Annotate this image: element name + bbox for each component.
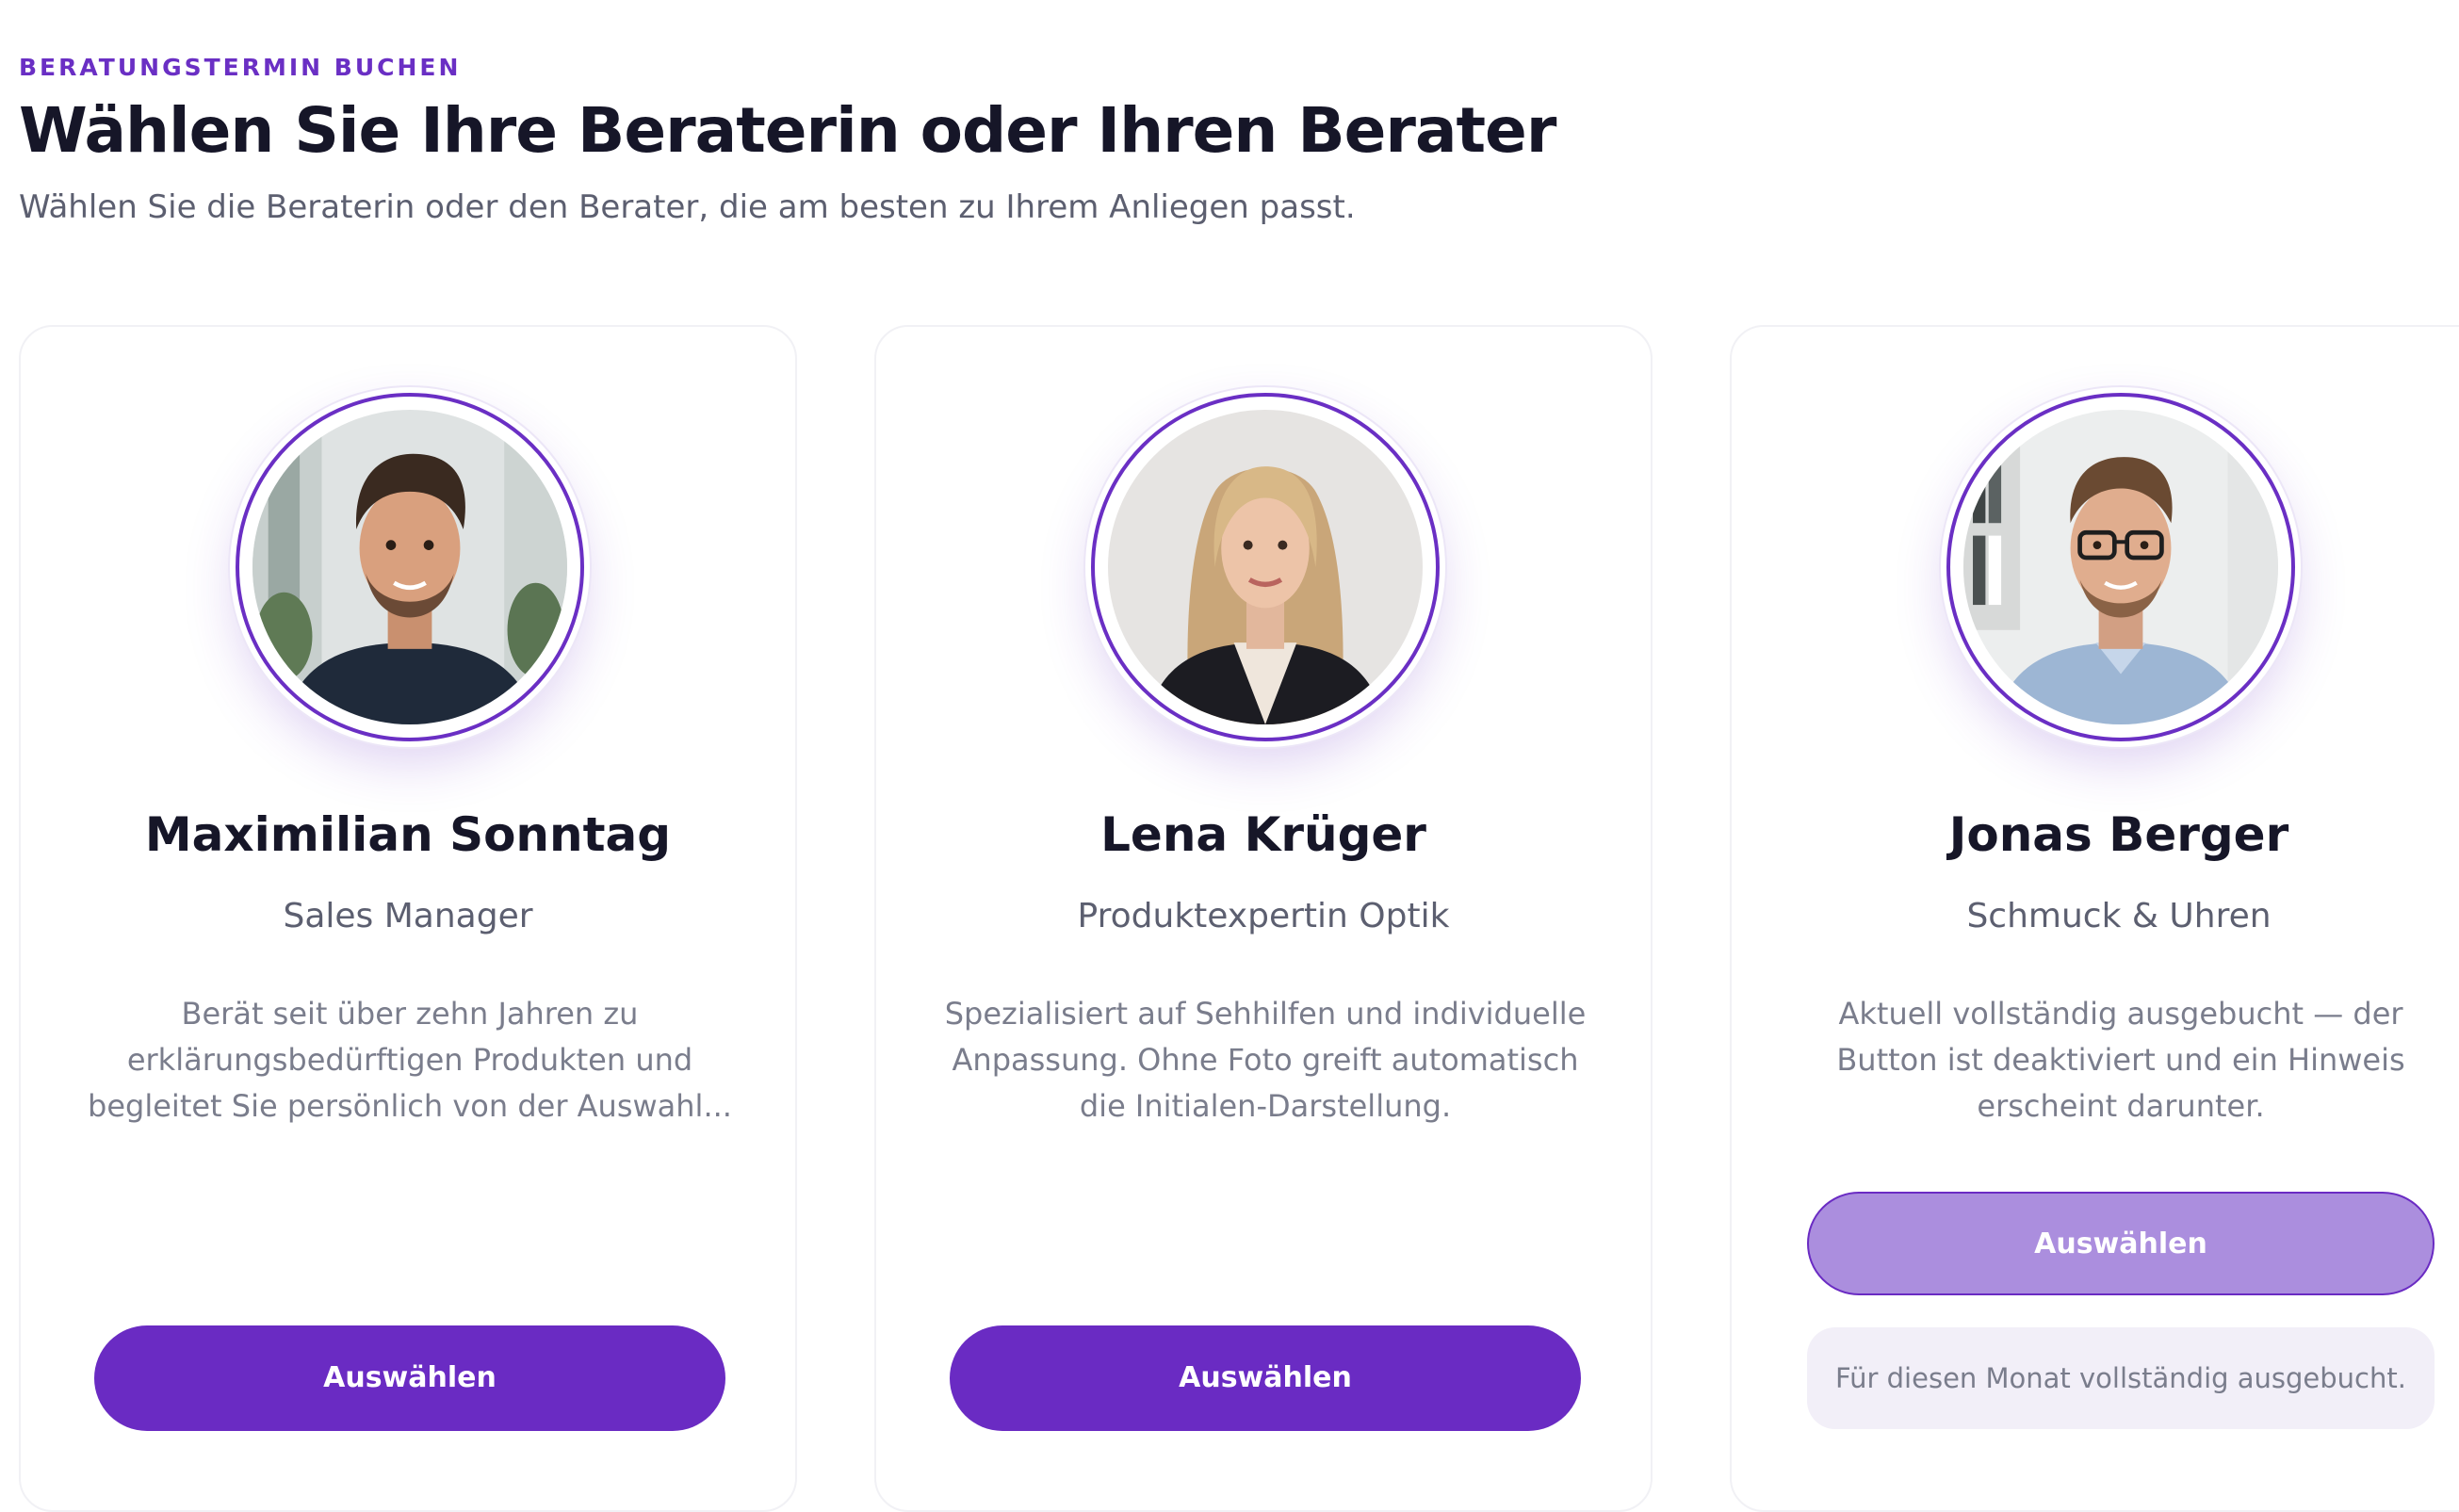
- advisor-role: Schmuck & Uhren: [1966, 897, 2272, 935]
- advisor-card: Lena Krüger Produktexpertin Optik Spezia…: [874, 325, 1653, 1512]
- avatar-ring: [1946, 393, 2295, 741]
- advisor-photo: [252, 410, 567, 724]
- advisor-photo: [1108, 410, 1423, 724]
- avatar-ring: [1091, 393, 1440, 741]
- advisor-name: Jonas Berger: [1948, 807, 2289, 862]
- advisor-card: Jonas Berger Schmuck & Uhren Aktuell vol…: [1730, 325, 2459, 1512]
- avatar: [1108, 410, 1423, 724]
- advisor-name: Maximilian Sonntag: [144, 807, 672, 862]
- advisor-photo: [1963, 410, 2278, 724]
- avatar-ring: [236, 393, 584, 741]
- advisor-description: Berät seit über zehn Jahren zu erklärung…: [88, 996, 732, 1124]
- advisor-name: Lena Krüger: [1100, 807, 1426, 862]
- advisor-card: Maximilian Sonntag Sales Manager Berät s…: [19, 325, 797, 1512]
- avatar: [1963, 410, 2278, 724]
- advisor-role: Sales Manager: [283, 897, 533, 935]
- fully-booked-notice: Für diesen Monat vollständig ausgebucht.: [1807, 1327, 2435, 1429]
- advisor-role: Produktexpertin Optik: [1077, 897, 1450, 935]
- page-subtitle: Wählen Sie die Beraterin oder den Berate…: [19, 188, 1356, 226]
- advisor-description: Aktuell vollständig ausgebucht — der But…: [1836, 996, 2405, 1124]
- advisor-description: Spezialisiert auf Sehhilfen und individu…: [944, 996, 1587, 1124]
- eyebrow-label: BERATUNGSTERMIN BUCHEN: [19, 54, 462, 81]
- select-advisor-button-disabled: Auswählen: [1807, 1192, 2435, 1295]
- select-advisor-button[interactable]: Auswählen: [94, 1325, 725, 1431]
- avatar: [252, 410, 567, 724]
- page-title: Wählen Sie Ihre Beraterin oder Ihren Ber…: [19, 94, 1556, 167]
- select-advisor-button[interactable]: Auswählen: [950, 1325, 1581, 1431]
